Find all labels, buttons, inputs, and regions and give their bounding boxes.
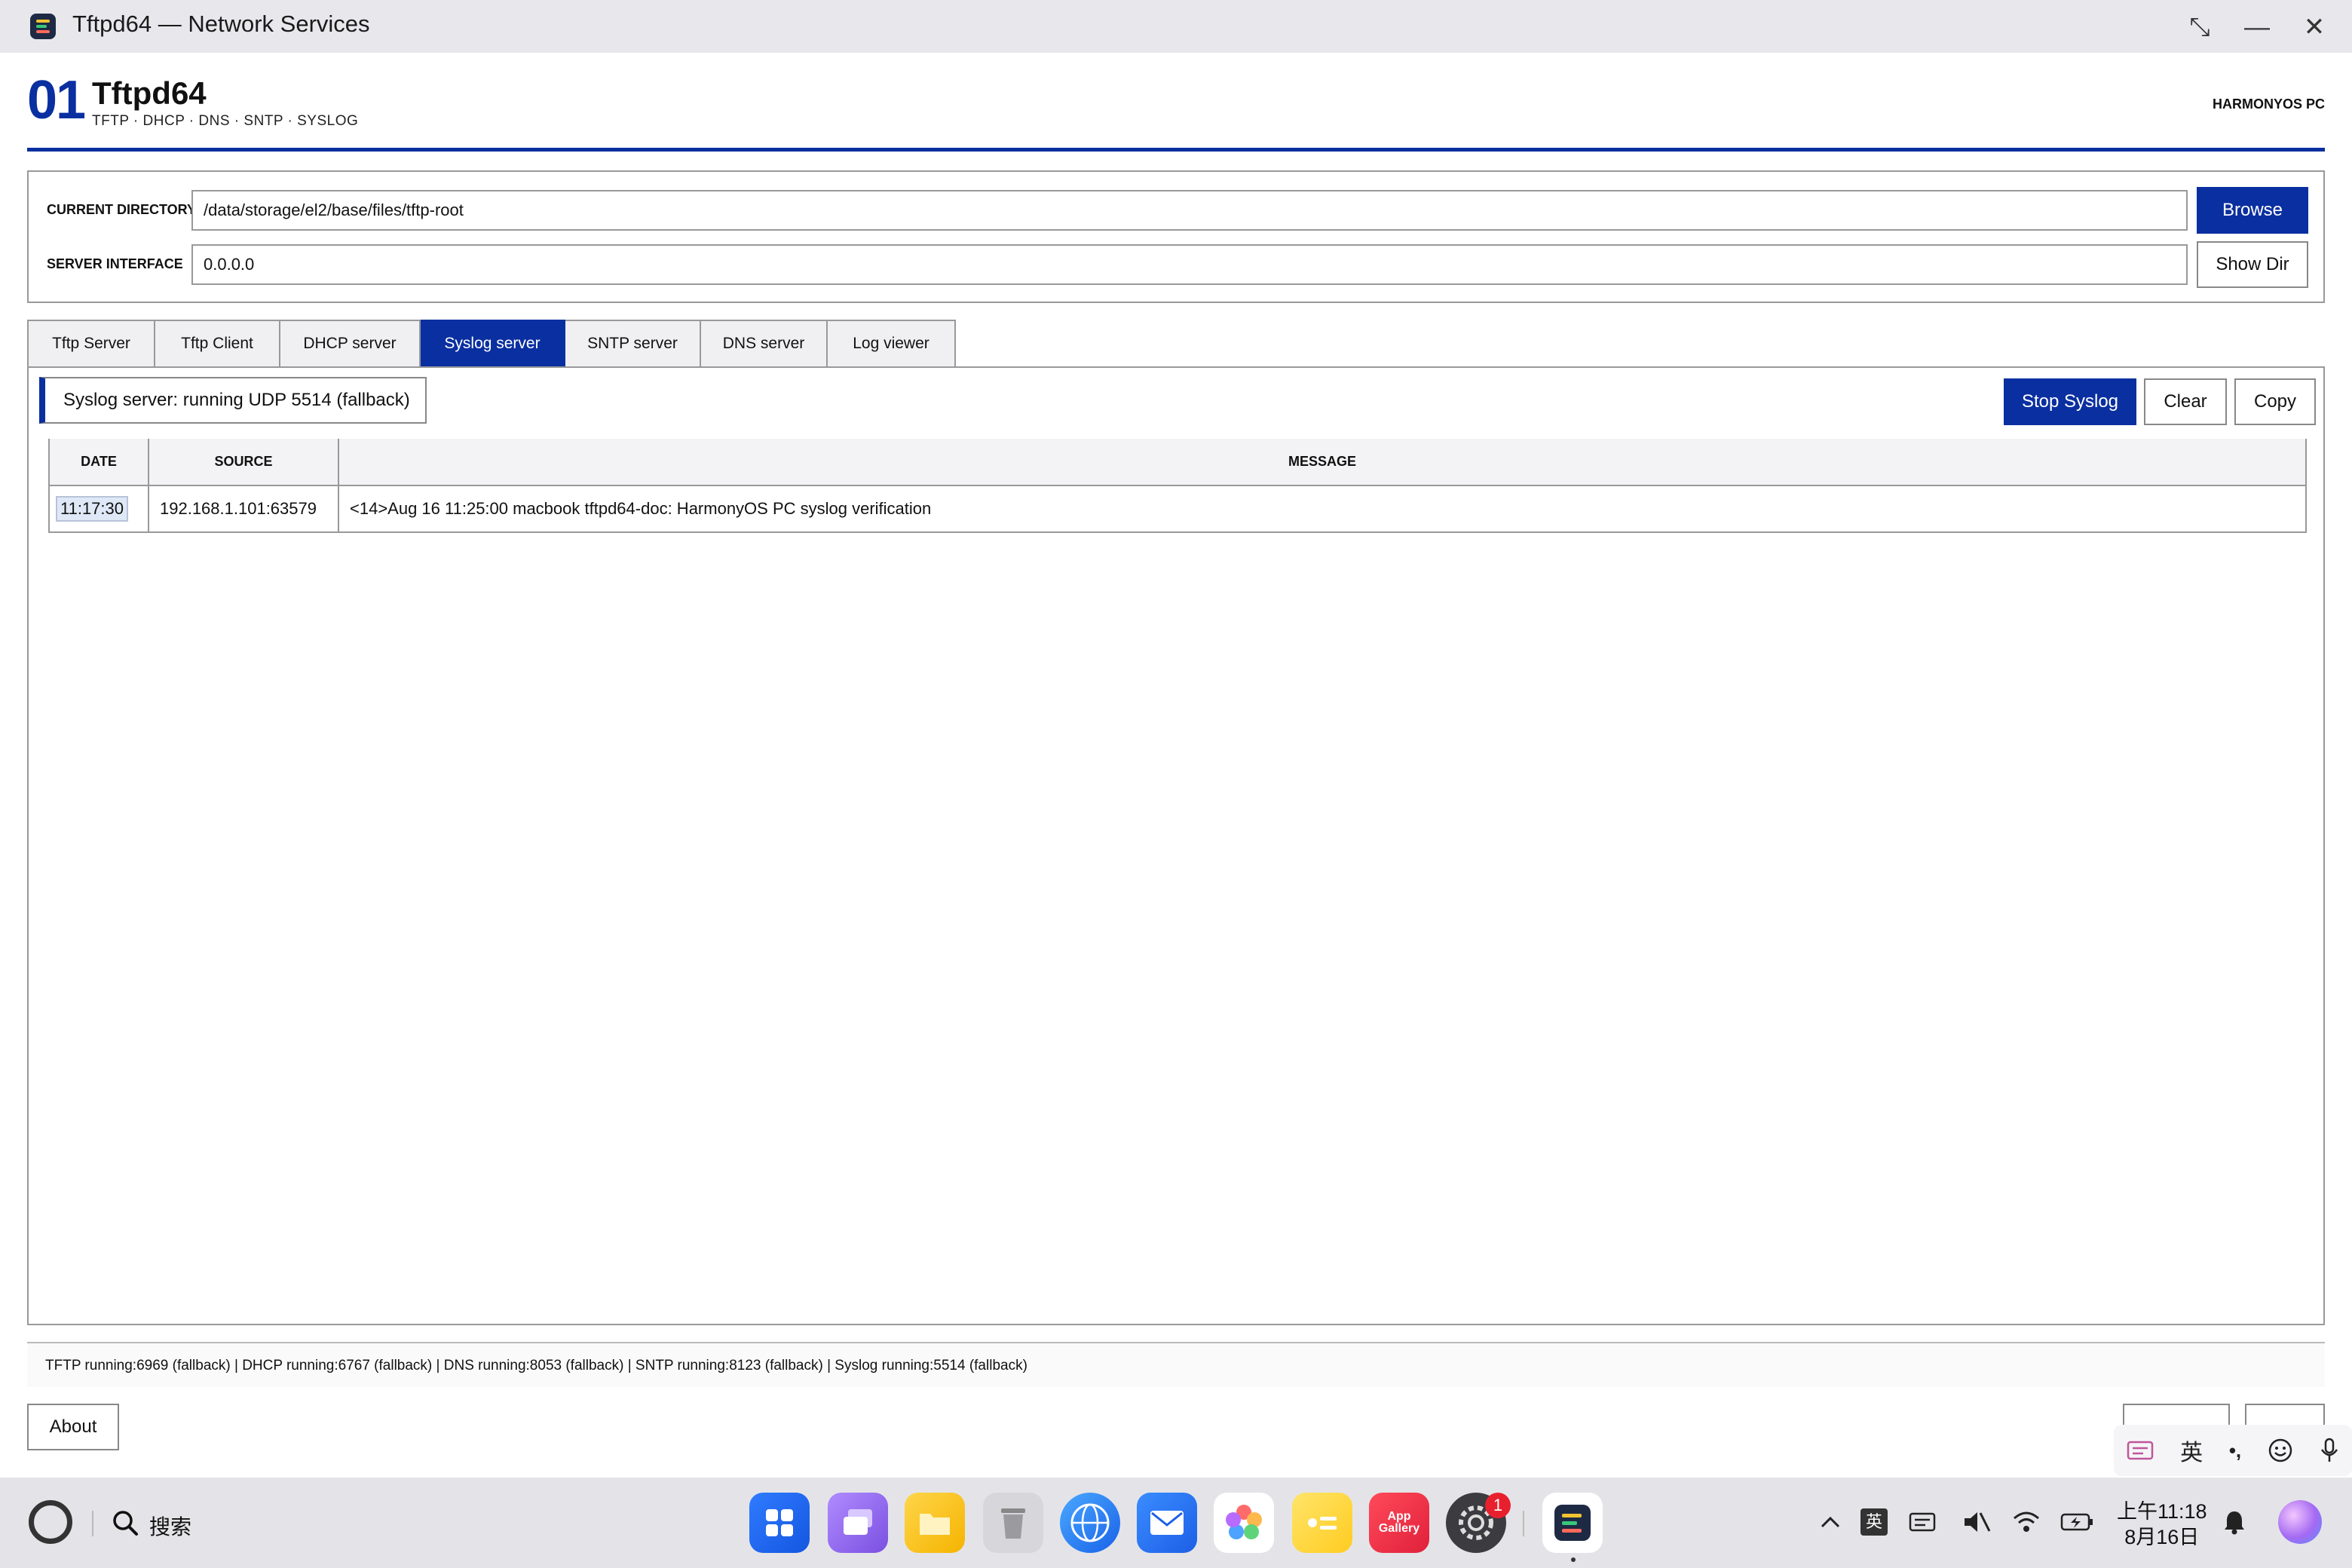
title-bar: Tftpd64 — Network Services ⤡ — ✕ <box>0 0 2352 53</box>
app-icon <box>30 14 56 39</box>
copy-button[interactable]: Copy <box>2234 378 2316 425</box>
tab-syslog-server[interactable]: Syslog server <box>421 320 565 368</box>
photos-icon <box>1226 1505 1262 1539</box>
mail-icon <box>1150 1511 1184 1535</box>
chevron-up-icon[interactable] <box>1815 1505 1845 1539</box>
restore-button[interactable]: ⤡ <box>2183 11 2216 44</box>
notification-bell-icon[interactable] <box>2219 1505 2249 1539</box>
table-header-row: DATE SOURCE MESSAGE <box>48 439 2307 486</box>
photos-app[interactable] <box>1214 1493 1274 1553</box>
clock-time: 上午11:18 <box>2117 1500 2207 1523</box>
header-number: 01 <box>27 70 86 130</box>
tab-tftp-client[interactable]: Tftp Client <box>155 320 280 368</box>
emoji-icon[interactable] <box>2268 1438 2293 1463</box>
show-dir-button[interactable]: Show Dir <box>2197 241 2308 288</box>
microphone-icon[interactable] <box>2320 1438 2339 1463</box>
row-message: <14>Aug 16 11:25:00 macbook tftpd64-doc:… <box>338 485 2307 533</box>
tab-dns-server[interactable]: DNS server <box>701 320 828 368</box>
row-source: 192.168.1.101:63579 <box>148 485 339 533</box>
search-icon[interactable] <box>112 1509 139 1536</box>
ime-lang-toggle[interactable]: 英 <box>2180 1434 2203 1467</box>
tab-sntp-server[interactable]: SNTP server <box>565 320 701 368</box>
clock-date: 8月16日 <box>2124 1526 2200 1548</box>
tftpd64-icon <box>1554 1505 1591 1541</box>
search-label[interactable]: 搜索 <box>149 1511 191 1541</box>
close-button[interactable]: ✕ <box>2298 11 2331 44</box>
battery-charging-icon[interactable] <box>2058 1505 2096 1539</box>
tab-log-viewer[interactable]: Log viewer <box>828 320 956 368</box>
start-button[interactable] <box>29 1500 72 1544</box>
taskbar: 搜索 App Gallery 1 英 上午11:18 8月16日 <box>0 1478 2352 1568</box>
files-app[interactable] <box>905 1493 965 1553</box>
row-date-cell: 11:17:30 <box>48 485 149 533</box>
minimize-icon: — <box>2244 12 2270 41</box>
tab-bar: Tftp Server Tftp Client DHCP server Sysl… <box>27 320 956 368</box>
table-row[interactable]: 11:17:30 192.168.1.101:63579 <14>Aug 16 … <box>48 485 2307 533</box>
app-grid-icon <box>766 1509 793 1536</box>
trash-app[interactable] <box>983 1493 1043 1553</box>
tab-dhcp-server[interactable]: DHCP server <box>280 320 421 368</box>
multitask-app[interactable] <box>828 1493 888 1553</box>
ime-punctuation-toggle[interactable]: •, <box>2229 1439 2241 1462</box>
syslog-panel: Syslog server: running UDP 5514 (fallbac… <box>27 366 2325 1325</box>
taskbar-clock[interactable]: 上午11:18 8月16日 <box>2117 1499 2207 1550</box>
volume-muted-icon[interactable] <box>1960 1505 1993 1539</box>
input-language-indicator[interactable]: 英 <box>1859 1505 1889 1539</box>
service-status-line: TFTP running:6969 (fallback) | DHCP runn… <box>27 1342 2325 1387</box>
stop-syslog-button[interactable]: Stop Syslog <box>2004 378 2136 425</box>
restore-icon: ⤡ <box>2189 12 2210 41</box>
keyboard-icon[interactable] <box>2127 1439 2154 1462</box>
dock-divider <box>1523 1511 1524 1536</box>
browser-app[interactable] <box>1060 1493 1120 1553</box>
window-title: Tftpd64 — Network Services <box>72 11 370 37</box>
current-directory-label: CURRENT DIRECTORY <box>47 202 197 217</box>
folder-icon <box>920 1514 950 1535</box>
settings-panel: CURRENT DIRECTORY /data/storage/el2/base… <box>27 170 2325 303</box>
trash-icon <box>1001 1508 1025 1539</box>
current-directory-input[interactable]: /data/storage/el2/base/files/tftp-root <box>191 190 2188 231</box>
syslog-status: Syslog server: running UDP 5514 (fallbac… <box>39 377 427 424</box>
header-platform: HARMONYOS PC <box>2212 96 2325 112</box>
ime-toolbar: 英 •, <box>2114 1425 2352 1476</box>
wifi-icon[interactable] <box>2010 1505 2043 1539</box>
header-divider <box>27 148 2325 152</box>
header-app-name: Tftpd64 <box>92 75 207 111</box>
minimize-button[interactable]: — <box>2240 11 2274 44</box>
browse-button[interactable]: Browse <box>2197 187 2308 234</box>
close-icon: ✕ <box>2303 13 2326 41</box>
clear-button[interactable]: Clear <box>2144 378 2227 425</box>
column-source[interactable]: SOURCE <box>148 439 339 486</box>
taskbar-divider <box>92 1511 93 1536</box>
launcher-app[interactable] <box>749 1493 810 1553</box>
syslog-table: DATE SOURCE MESSAGE 11:17:30 192.168.1.1… <box>48 439 2307 533</box>
tftpd64-app[interactable] <box>1542 1493 1603 1553</box>
header-protocols: TFTP · DHCP · DNS · SNTP · SYSLOG <box>92 113 359 129</box>
server-interface-input[interactable]: 0.0.0.0 <box>191 244 2188 285</box>
about-button[interactable]: About <box>27 1404 119 1450</box>
row-date: 11:17:30 <box>56 496 129 522</box>
notes-icon <box>1308 1517 1337 1530</box>
keyboard-tray-icon[interactable] <box>1906 1505 1939 1539</box>
assistant-orb-icon[interactable] <box>2278 1500 2322 1544</box>
tab-tftp-server[interactable]: Tftp Server <box>27 320 155 368</box>
windows-icon <box>844 1509 872 1535</box>
globe-icon <box>1070 1503 1110 1542</box>
column-message[interactable]: MESSAGE <box>338 439 2307 486</box>
tray-lang: 英 <box>1860 1508 1888 1536</box>
app-gallery-label: App Gallery <box>1378 1510 1420 1535</box>
mail-app[interactable] <box>1137 1493 1197 1553</box>
server-interface-label: SERVER INTERFACE <box>47 256 183 271</box>
app-gallery-app[interactable]: App Gallery <box>1369 1493 1429 1553</box>
notes-app[interactable] <box>1292 1493 1352 1553</box>
active-app-indicator <box>1571 1557 1576 1562</box>
column-date[interactable]: DATE <box>48 439 149 486</box>
settings-notification-badge: 1 <box>1485 1493 1511 1518</box>
